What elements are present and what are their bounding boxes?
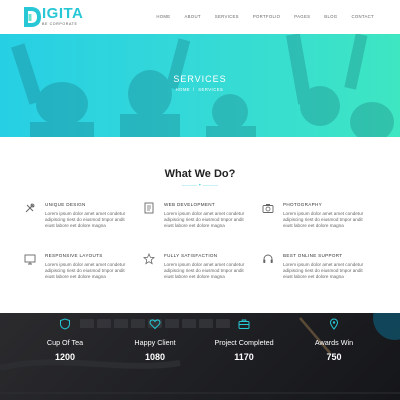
service-title: FULLY SATISFACTION (164, 253, 218, 258)
site-header: IGITA BE CORPORATE HOME ABOUT SERVICES P… (0, 0, 400, 34)
service-title: BEST ONLINE SUPPORT (283, 253, 343, 258)
service-title: RESPONSIVE LAYOUTS (45, 253, 103, 258)
logo-d-icon (24, 7, 41, 27)
service-description: Lorem ipsum dolor amet amet condetur adi… (164, 262, 245, 279)
page-hero: SERVICES HOME / SERVICES (0, 34, 400, 137)
star-icon (143, 253, 155, 265)
code-document-icon (144, 202, 154, 214)
counter-item: Cup Of Tea 1200 (20, 318, 110, 362)
hero-background-image (11, 34, 394, 137)
service-description: Lorem ipsum dolor amet amet condetur adi… (45, 211, 126, 228)
breadcrumb-current: SERVICES (198, 87, 224, 92)
counter-label: Awards Win (314, 338, 354, 347)
counter-label: Happy Client (134, 338, 176, 347)
breadcrumb: HOME / SERVICES (0, 87, 400, 92)
service-description: Lorem ipsum dolor amet amet condetur adi… (283, 262, 364, 279)
nav-contact[interactable]: CONTACT (351, 14, 374, 19)
counter-item: Awards Win 750 (289, 318, 379, 362)
nav-portfolio[interactable]: PORTFOLIO (253, 14, 280, 19)
map-pin-icon (329, 318, 339, 330)
counter-value: 1200 (54, 352, 76, 362)
counter-label: Project Completed (214, 338, 274, 347)
breadcrumb-separator: / (192, 87, 195, 92)
nav-home[interactable]: HOME (156, 14, 170, 19)
section-title: What We Do? (164, 168, 236, 180)
counter-label: Cup Of Tea (46, 338, 84, 347)
counters-section: Cup Of Tea 1200 Happy Client 1080 Projec… (0, 313, 400, 400)
breadcrumb-home[interactable]: HOME (176, 87, 191, 92)
briefcase-icon (238, 319, 250, 329)
service-description: Lorem ipsum dolor amet amet condetur adi… (45, 262, 126, 279)
counter-value: 1080 (144, 352, 166, 362)
counter-value: 1170 (234, 352, 254, 362)
main-nav: HOME ABOUT SERVICES PORTFOLIO PAGES BLOG… (142, 14, 374, 19)
nav-about[interactable]: ABOUT (184, 14, 200, 19)
heart-icon (149, 319, 161, 330)
nav-blog[interactable]: BLOG (324, 14, 337, 19)
shield-icon (60, 318, 70, 330)
service-description: Lorem ipsum dolor amet amet condetur adi… (283, 211, 364, 228)
monitor-icon (24, 254, 36, 265)
nav-services[interactable]: SERVICES (215, 14, 239, 19)
brand-name: IGITA (42, 5, 84, 22)
brand-tagline: BE CORPORATE (42, 22, 78, 26)
section-divider: ———— ✦ ———— (181, 183, 219, 187)
page-title: SERVICES (173, 74, 227, 84)
nav-pages[interactable]: PAGES (294, 14, 310, 19)
logo[interactable]: IGITA BE CORPORATE (22, 6, 83, 28)
service-title: PHOTOGRAPHY (283, 202, 322, 207)
counter-item: Project Completed 1170 (199, 318, 289, 362)
service-title: UNIQUE DESIGN (45, 202, 86, 207)
counter-value: 750 (326, 352, 342, 362)
service-description: Lorem ipsum dolor amet amet condetur adi… (164, 211, 245, 228)
tools-icon (25, 203, 35, 213)
service-title: WEB DEVELOPMENT (164, 202, 215, 207)
camera-icon (262, 204, 274, 213)
headset-icon (263, 254, 273, 263)
counter-item: Happy Client 1080 (110, 318, 200, 362)
